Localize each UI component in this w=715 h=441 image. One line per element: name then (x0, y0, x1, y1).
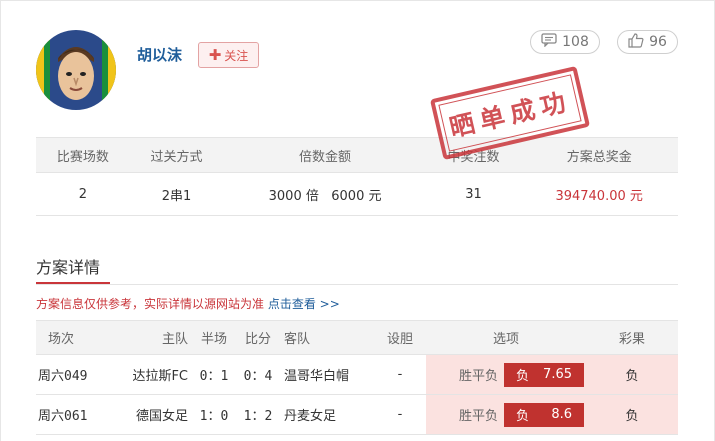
summary-header-pass-type: 过关方式 (129, 137, 224, 173)
user-name[interactable]: 胡以沫 (137, 44, 182, 65)
view-details-link[interactable]: 点击查看 >> (268, 297, 340, 311)
like-count-button[interactable]: 96 (617, 30, 678, 54)
disclaimer-notice: 方案信息仅供参考，实际详情以源网站为准 点击查看 >> (36, 295, 340, 312)
matches-header-away: 客队 (278, 320, 374, 355)
match-pick-cell: 胜平负 负 7.65 (426, 354, 586, 395)
match-result: 负 (586, 394, 678, 435)
match-away-team: 温哥华白帽 (278, 354, 374, 395)
match-row: 周六049 达拉斯FC 0：1 0：4 温哥华白帽 - 胜平负 负 7.65 负 (36, 354, 678, 395)
matches-table: 场次 主队 半场 比分 客队 设胆 选项 彩果 周六049 达拉斯FC 0：1 … (36, 320, 678, 435)
match-home-team: 德国女足 (118, 394, 190, 435)
match-half-score: 1：0 (190, 394, 238, 435)
matches-header-id: 场次 (36, 320, 118, 355)
match-row: 周六061 德国女足 1：0 1：2 丹麦女足 - 胜平负 负 8.6 负 (36, 394, 678, 435)
match-full-score: 1：2 (238, 394, 278, 435)
summary-header-matches: 比赛场数 (36, 137, 130, 173)
summary-row: 2 2串1 3000 倍 6000 元 31 394740.00 元 (36, 172, 678, 216)
match-pick-cell: 胜平负 负 8.6 (426, 394, 586, 435)
summary-multiple: 3000 倍 (268, 188, 319, 204)
match-away-team: 丹麦女足 (278, 394, 374, 435)
section-divider (36, 284, 678, 285)
match-result: 负 (586, 354, 678, 395)
summary-amount: 6000 元 (331, 188, 382, 204)
matches-header-result: 彩果 (586, 320, 678, 355)
comment-icon (541, 33, 557, 51)
user-avatar[interactable] (36, 30, 116, 110)
match-home-team: 达拉斯FC (118, 354, 190, 395)
thumbs-up-icon (628, 32, 644, 52)
matches-header-row: 场次 主队 半场 比分 客队 设胆 选项 彩果 (36, 320, 678, 355)
match-pick-type: 胜平负 (458, 409, 498, 424)
summary-multiple-amount: 3000 倍 6000 元 (223, 172, 427, 216)
summary-header-row: 比赛场数 过关方式 倍数金额 中奖注数 方案总奖金 (36, 137, 678, 173)
match-full-score: 0：4 (238, 354, 278, 395)
summary-prize: 394740.00 (555, 188, 626, 204)
match-id: 周六049 (36, 354, 118, 395)
comment-count: 108 (562, 34, 589, 50)
summary-table: 比赛场数 过关方式 倍数金额 中奖注数 方案总奖金 2 2串1 3000 倍 6… (36, 137, 678, 216)
match-banker: - (374, 354, 426, 395)
summary-winning-bets: 31 (426, 172, 521, 216)
match-half-score: 0：1 (190, 354, 238, 395)
summary-header-multiple: 倍数金额 (223, 137, 427, 173)
match-pick-box: 负 8.6 (504, 402, 584, 427)
disclaimer-text: 方案信息仅供参考，实际详情以源网站为准 (36, 297, 265, 311)
follow-label: 关注 (224, 48, 249, 63)
summary-header-prize: 方案总奖金 (520, 137, 678, 173)
follow-button[interactable]: ✚ 关注 (198, 42, 259, 68)
match-odds: 8.6 (551, 407, 572, 422)
match-pick-type: 胜平负 (458, 369, 498, 384)
matches-header-banker: 设胆 (374, 320, 426, 355)
matches-header-score: 比分 (238, 320, 278, 355)
comment-count-button[interactable]: 108 (530, 30, 600, 54)
section-title: 方案详情 (36, 258, 101, 277)
matches-header-half: 半场 (190, 320, 238, 355)
match-pick-box: 负 7.65 (504, 362, 584, 387)
match-pick: 负 (516, 409, 530, 424)
match-banker: - (374, 394, 426, 435)
match-id: 周六061 (36, 394, 118, 435)
match-pick: 负 (516, 369, 530, 384)
summary-prize-cell: 394740.00 元 (520, 172, 678, 216)
like-count: 96 (649, 34, 667, 50)
summary-prize-unit: 元 (629, 188, 643, 204)
matches-header-pick: 选项 (426, 320, 586, 355)
summary-pass-type: 2串1 (129, 172, 224, 216)
match-odds: 7.65 (543, 367, 572, 382)
summary-matches: 2 (36, 172, 130, 216)
matches-header-home: 主队 (118, 320, 190, 355)
plus-icon: ✚ (208, 45, 222, 64)
